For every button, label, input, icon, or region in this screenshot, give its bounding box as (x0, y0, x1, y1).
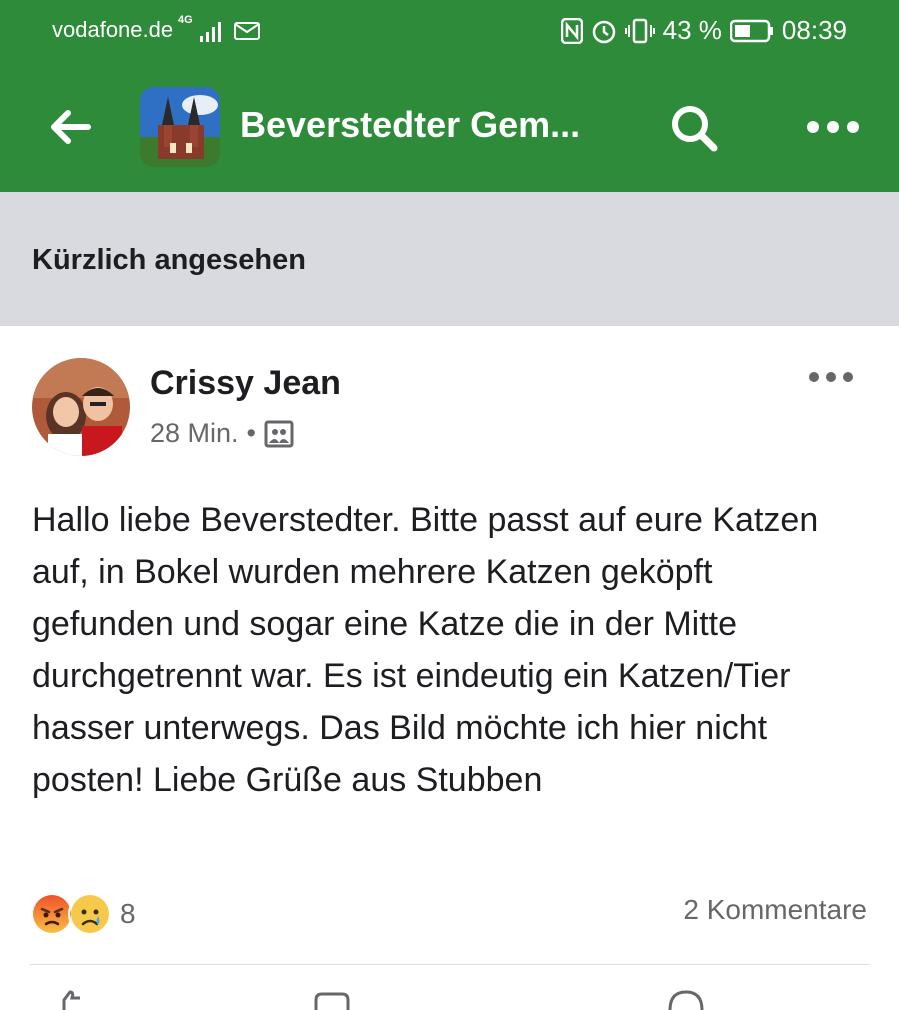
meta-separator: • (246, 418, 256, 448)
nfc-icon (560, 17, 583, 44)
post-text: Hallo liebe Beverstedter. Bitte passt au… (32, 501, 819, 799)
section-label: Kürzlich angesehen (32, 244, 306, 276)
alarm-icon (592, 20, 615, 43)
author-avatar[interactable] (32, 358, 130, 456)
like-button-icon[interactable] (50, 990, 90, 1010)
comments-count-link[interactable]: 2 Kommentare (683, 894, 867, 926)
battery-icon (729, 19, 773, 42)
signal-icon (200, 22, 221, 42)
group-title: Beverstedter Gem... (240, 104, 581, 145)
clock: 08:39 (781, 15, 847, 45)
status-bar: vodafone.de 4G 43 % 08:39 (0, 0, 899, 62)
reaction-summary[interactable]: 8 (30, 892, 136, 936)
reaction-count: 8 (120, 898, 136, 929)
share-button-icon[interactable] (666, 990, 706, 1010)
author-name[interactable]: Crissy Jean (150, 364, 341, 403)
group-audience-icon (264, 420, 294, 447)
post-time[interactable]: 28 Min. (150, 418, 239, 449)
carrier-name: vodafone.de (52, 17, 174, 42)
vibrate-icon (624, 18, 655, 43)
comment-button-icon[interactable] (312, 990, 352, 1010)
status-right: 43 % 08:39 (560, 15, 847, 46)
back-arrow-icon[interactable] (48, 107, 92, 147)
post-divider (30, 964, 870, 965)
profile-photo-icon (32, 358, 130, 456)
network-type: 4G (178, 14, 193, 26)
message-notification-icon (234, 22, 260, 40)
search-icon[interactable] (668, 102, 720, 154)
app-bar: Beverstedter Gem... (0, 62, 899, 192)
more-options-icon[interactable] (806, 120, 860, 134)
group-avatar[interactable] (140, 87, 220, 167)
battery-percent: 43 % (662, 15, 722, 45)
recently-viewed-header: Kürzlich angesehen (0, 192, 899, 326)
sad-icon (68, 892, 112, 936)
post-card: Crissy Jean 28 Min. • Hallo liebe Bevers… (0, 326, 899, 1010)
church-image-icon (140, 87, 220, 167)
post-meta: 28 Min. • (150, 418, 294, 449)
post-options-icon[interactable] (808, 371, 854, 383)
